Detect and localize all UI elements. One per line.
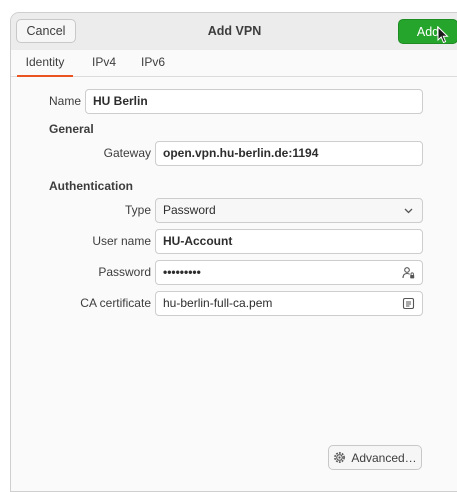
ca-certificate-label: CA certificate <box>80 296 151 310</box>
mouse-pointer-icon <box>437 26 449 44</box>
type-value: Password <box>163 203 216 217</box>
type-dropdown[interactable]: Password <box>155 198 423 223</box>
file-chooser-icon[interactable] <box>402 297 415 310</box>
password-label: Password <box>98 265 151 279</box>
gateway-field[interactable]: open.vpn.hu-berlin.de:1194 <box>155 141 423 166</box>
tab-identity[interactable]: Identity <box>17 50 73 77</box>
type-label: Type <box>124 203 151 217</box>
gear-icon <box>334 452 346 463</box>
header-bar: Cancel Add VPN Add <box>11 13 457 51</box>
advanced-label: Advanced… <box>351 450 417 465</box>
password-value: ••••••••• <box>163 265 201 279</box>
name-field[interactable]: HU Berlin <box>85 89 423 114</box>
password-field[interactable]: ••••••••• <box>155 260 423 285</box>
advanced-button[interactable]: Advanced… <box>328 445 422 470</box>
chevron-down-icon <box>404 208 413 214</box>
dialog-title: Add VPN <box>207 24 262 38</box>
tab-ipv6[interactable]: IPv6 <box>141 50 165 76</box>
tab-ipv4[interactable]: IPv4 <box>92 50 116 76</box>
authentication-heading: Authentication <box>49 179 133 193</box>
username-label: User name <box>92 234 151 248</box>
ca-certificate-chooser[interactable]: hu-berlin-full-ca.pem <box>155 291 423 316</box>
name-label: Name <box>48 94 81 108</box>
ca-certificate-value: hu-berlin-full-ca.pem <box>163 296 273 310</box>
tab-bar: Identity IPv4 IPv6 <box>11 50 457 77</box>
user-lock-icon[interactable] <box>402 266 415 279</box>
username-field[interactable]: HU-Account <box>155 229 423 254</box>
add-vpn-dialog: Cancel Add VPN Add Identity IPv4 IPv6 Na… <box>10 12 457 492</box>
gateway-label: Gateway <box>103 146 151 160</box>
general-heading: General <box>49 122 94 136</box>
